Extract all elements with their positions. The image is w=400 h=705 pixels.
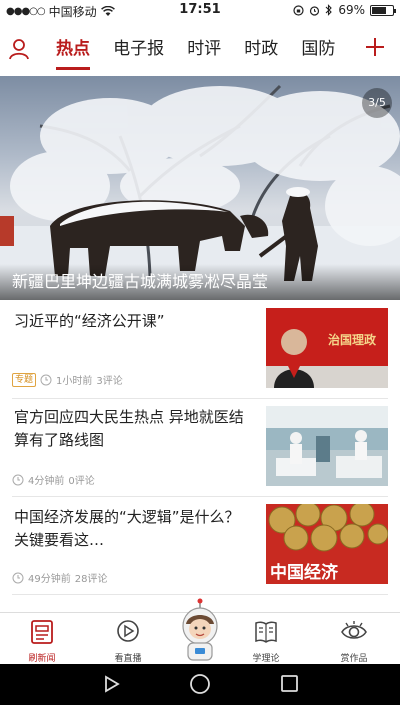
battery-fill: [372, 6, 386, 14]
hero-carousel[interactable]: 3/5 新疆巴里坤边疆古城满城雾凇尽晶莹: [0, 76, 400, 300]
clock-icon: [12, 474, 24, 485]
bottom-tab-label: 刷新闻: [28, 654, 56, 664]
recents-icon[interactable]: [281, 675, 298, 692]
news-meta: 49分钟前 28评论: [12, 570, 107, 585]
system-nav-bar: [0, 664, 400, 705]
battery-percent: 69%: [338, 3, 365, 17]
back-icon[interactable]: [105, 675, 120, 693]
lock-rotation-icon: [293, 4, 304, 16]
book-icon: [255, 621, 277, 643]
thumbnail-image: 治国理政: [266, 308, 388, 388]
news-time: 49分钟前: [28, 574, 71, 585]
carousel-pager: 3/5: [362, 88, 392, 118]
news-item[interactable]: 官方回应四大民生热点 异地就医结算有了路线图 4分钟前 0评论: [0, 398, 400, 496]
news-meta: 专题 1小时前 3评论: [12, 372, 123, 387]
news-thumbnail: 中国经济: [266, 504, 388, 584]
news-icon: [31, 620, 53, 644]
app-screen: ●●●○○ 中国移动 17:51 69% 热点 电子报 时评 时政 国防 3/5…: [0, 0, 400, 705]
news-thumbnail: 治国理政: [266, 308, 388, 388]
news-time: 4分钟前: [28, 476, 65, 487]
eye-icon: [341, 621, 367, 639]
news-comments: 0评论: [68, 476, 95, 487]
tab-commentary[interactable]: 时评: [187, 22, 221, 76]
thumbnail-image: [266, 406, 388, 486]
news-comments: 3评论: [96, 376, 123, 387]
bottom-tab-label: 学理论: [252, 654, 280, 664]
news-time: 1小时前: [56, 376, 93, 387]
home-icon[interactable]: [190, 674, 210, 694]
divider: [12, 594, 388, 595]
tab-epaper[interactable]: 电子报: [113, 22, 164, 76]
bottom-tab-live[interactable]: 看直播: [88, 613, 168, 665]
news-item[interactable]: 习近平的“经济公开课” 专题 1小时前 3评论 治国理政: [0, 300, 400, 400]
top-nav: 热点 电子报 时评 时政 国防: [0, 22, 400, 76]
hero-caption: 新疆巴里坤边疆古城满城雾凇尽晶莹: [0, 264, 400, 300]
news-title: 官方回应四大民生热点 异地就医结算有了路线图: [14, 408, 244, 449]
system-nav-icons: [105, 674, 298, 694]
bottom-tab-news[interactable]: 刷新闻: [2, 613, 82, 665]
status-bar: ●●●○○ 中国移动 17:51 69%: [0, 0, 400, 22]
bottom-tab-label: 看直播: [114, 654, 142, 664]
alarm-icon: [310, 5, 320, 16]
bluetooth-icon: [325, 4, 333, 16]
news-title: 习近平的“经济公开课”: [14, 312, 165, 330]
tab-hot[interactable]: 热点: [56, 22, 90, 76]
status-right: 69%: [293, 3, 396, 17]
clock-icon: [12, 572, 24, 583]
thumbnail-text: 治国理政: [328, 332, 377, 347]
bottom-tab-works[interactable]: 赏作品: [314, 613, 394, 665]
news-title: 中国经济发展的“大逻辑”是什么？关键要看这…: [14, 508, 240, 549]
channel-tabs: 热点 电子报 时评 时政 国防: [44, 22, 362, 76]
play-icon: [117, 620, 139, 642]
clock-icon: [40, 374, 52, 385]
battery-icon: [370, 4, 396, 16]
bottom-tab-theory[interactable]: 学理论: [226, 613, 306, 665]
news-comments: 28评论: [74, 574, 108, 585]
bottom-tab-label: 赏作品: [340, 654, 368, 664]
news-thumbnail: [266, 406, 388, 486]
robot-mascot-icon[interactable]: [176, 598, 224, 662]
tab-politics[interactable]: 时政: [244, 22, 278, 76]
add-channel-icon[interactable]: [364, 36, 386, 58]
thumbnail-text: 中国经济: [270, 562, 339, 583]
news-meta: 4分钟前 0评论: [12, 472, 95, 487]
thumbnail-image: 中国经济: [266, 504, 388, 584]
news-item[interactable]: 中国经济发展的“大逻辑”是什么？关键要看这… 49分钟前 28评论 中国经济: [0, 496, 400, 594]
user-icon[interactable]: [8, 38, 30, 60]
tab-defense[interactable]: 国防: [301, 22, 335, 76]
topic-badge: 专题: [12, 372, 37, 387]
